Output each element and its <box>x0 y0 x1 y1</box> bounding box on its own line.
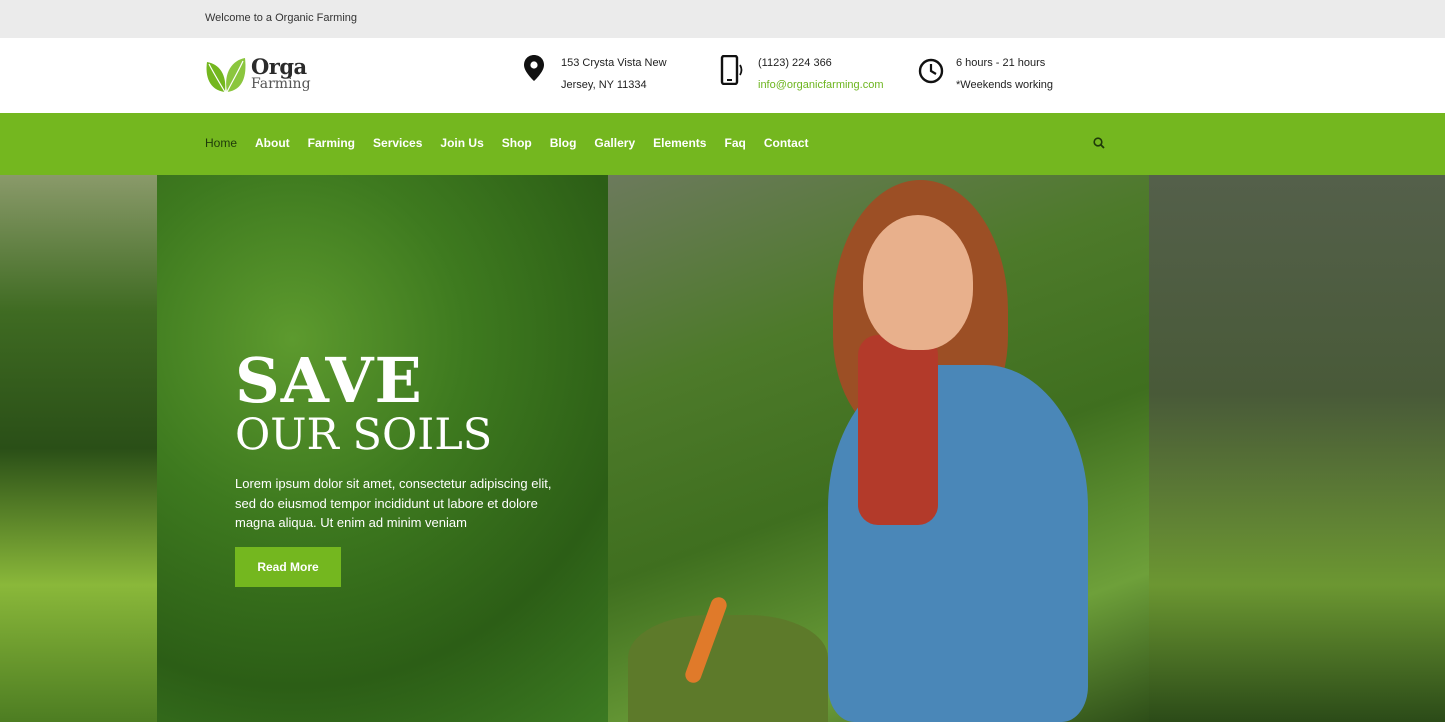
woman-face <box>863 215 973 350</box>
hero-background-right <box>1149 175 1445 722</box>
hero-subtitle: OUR SOILS <box>235 410 493 460</box>
nav-item-shop[interactable]: Shop <box>502 136 532 150</box>
nav-item-farming[interactable]: Farming <box>308 136 355 150</box>
logo[interactable]: Orga Farming <box>205 54 335 98</box>
logo-subtitle: Farming <box>251 76 311 92</box>
mobile-phone-icon <box>720 55 743 85</box>
hours-text: 6 hours - 21 hours <box>956 57 1046 69</box>
hours-note: *Weekends working <box>956 79 1054 91</box>
nav-item-about[interactable]: About <box>255 136 290 150</box>
read-more-button[interactable]: Read More <box>235 547 341 587</box>
header: Orga Farming 153 Crysta Vista New Jersey… <box>0 38 1445 113</box>
woman-scarf <box>858 335 938 525</box>
nav-item-join-us[interactable]: Join Us <box>440 136 483 150</box>
nav-item-contact[interactable]: Contact <box>764 136 809 150</box>
hero-photo <box>608 175 1149 722</box>
nav-item-elements[interactable]: Elements <box>653 136 706 150</box>
main-nav: Home About Farming Services Join Us Shop… <box>0 113 1445 175</box>
search-icon[interactable] <box>1093 137 1105 149</box>
nav-menu: Home About Farming Services Join Us Shop… <box>205 136 827 150</box>
welcome-text: Welcome to a Organic Farming <box>205 12 358 24</box>
nav-item-home[interactable]: Home <box>205 136 237 150</box>
address-line1: 153 Crysta Vista New <box>561 57 667 69</box>
hero-description: Lorem ipsum dolor sit amet, consectetur … <box>235 476 552 530</box>
clock-icon <box>918 58 944 84</box>
phone-number[interactable]: (1123) 224 366 <box>758 57 832 69</box>
hero-banner: SAVE OUR SOILS Lorem ipsum dolor sit ame… <box>0 175 1445 722</box>
vegetable-basket <box>628 615 828 722</box>
nav-item-faq[interactable]: Faq <box>724 136 745 150</box>
leaf-icon <box>206 58 246 93</box>
nav-item-blog[interactable]: Blog <box>550 136 577 150</box>
nav-item-gallery[interactable]: Gallery <box>594 136 635 150</box>
hero-background-left <box>0 175 157 722</box>
map-pin-icon <box>524 55 544 81</box>
top-bar: Welcome to a Organic Farming <box>0 0 1445 38</box>
address-line2: Jersey, NY 11334 <box>561 79 647 91</box>
hero-title: SAVE <box>235 344 423 417</box>
email-link[interactable]: info@organicfarming.com <box>758 79 884 91</box>
nav-item-services[interactable]: Services <box>373 136 422 150</box>
